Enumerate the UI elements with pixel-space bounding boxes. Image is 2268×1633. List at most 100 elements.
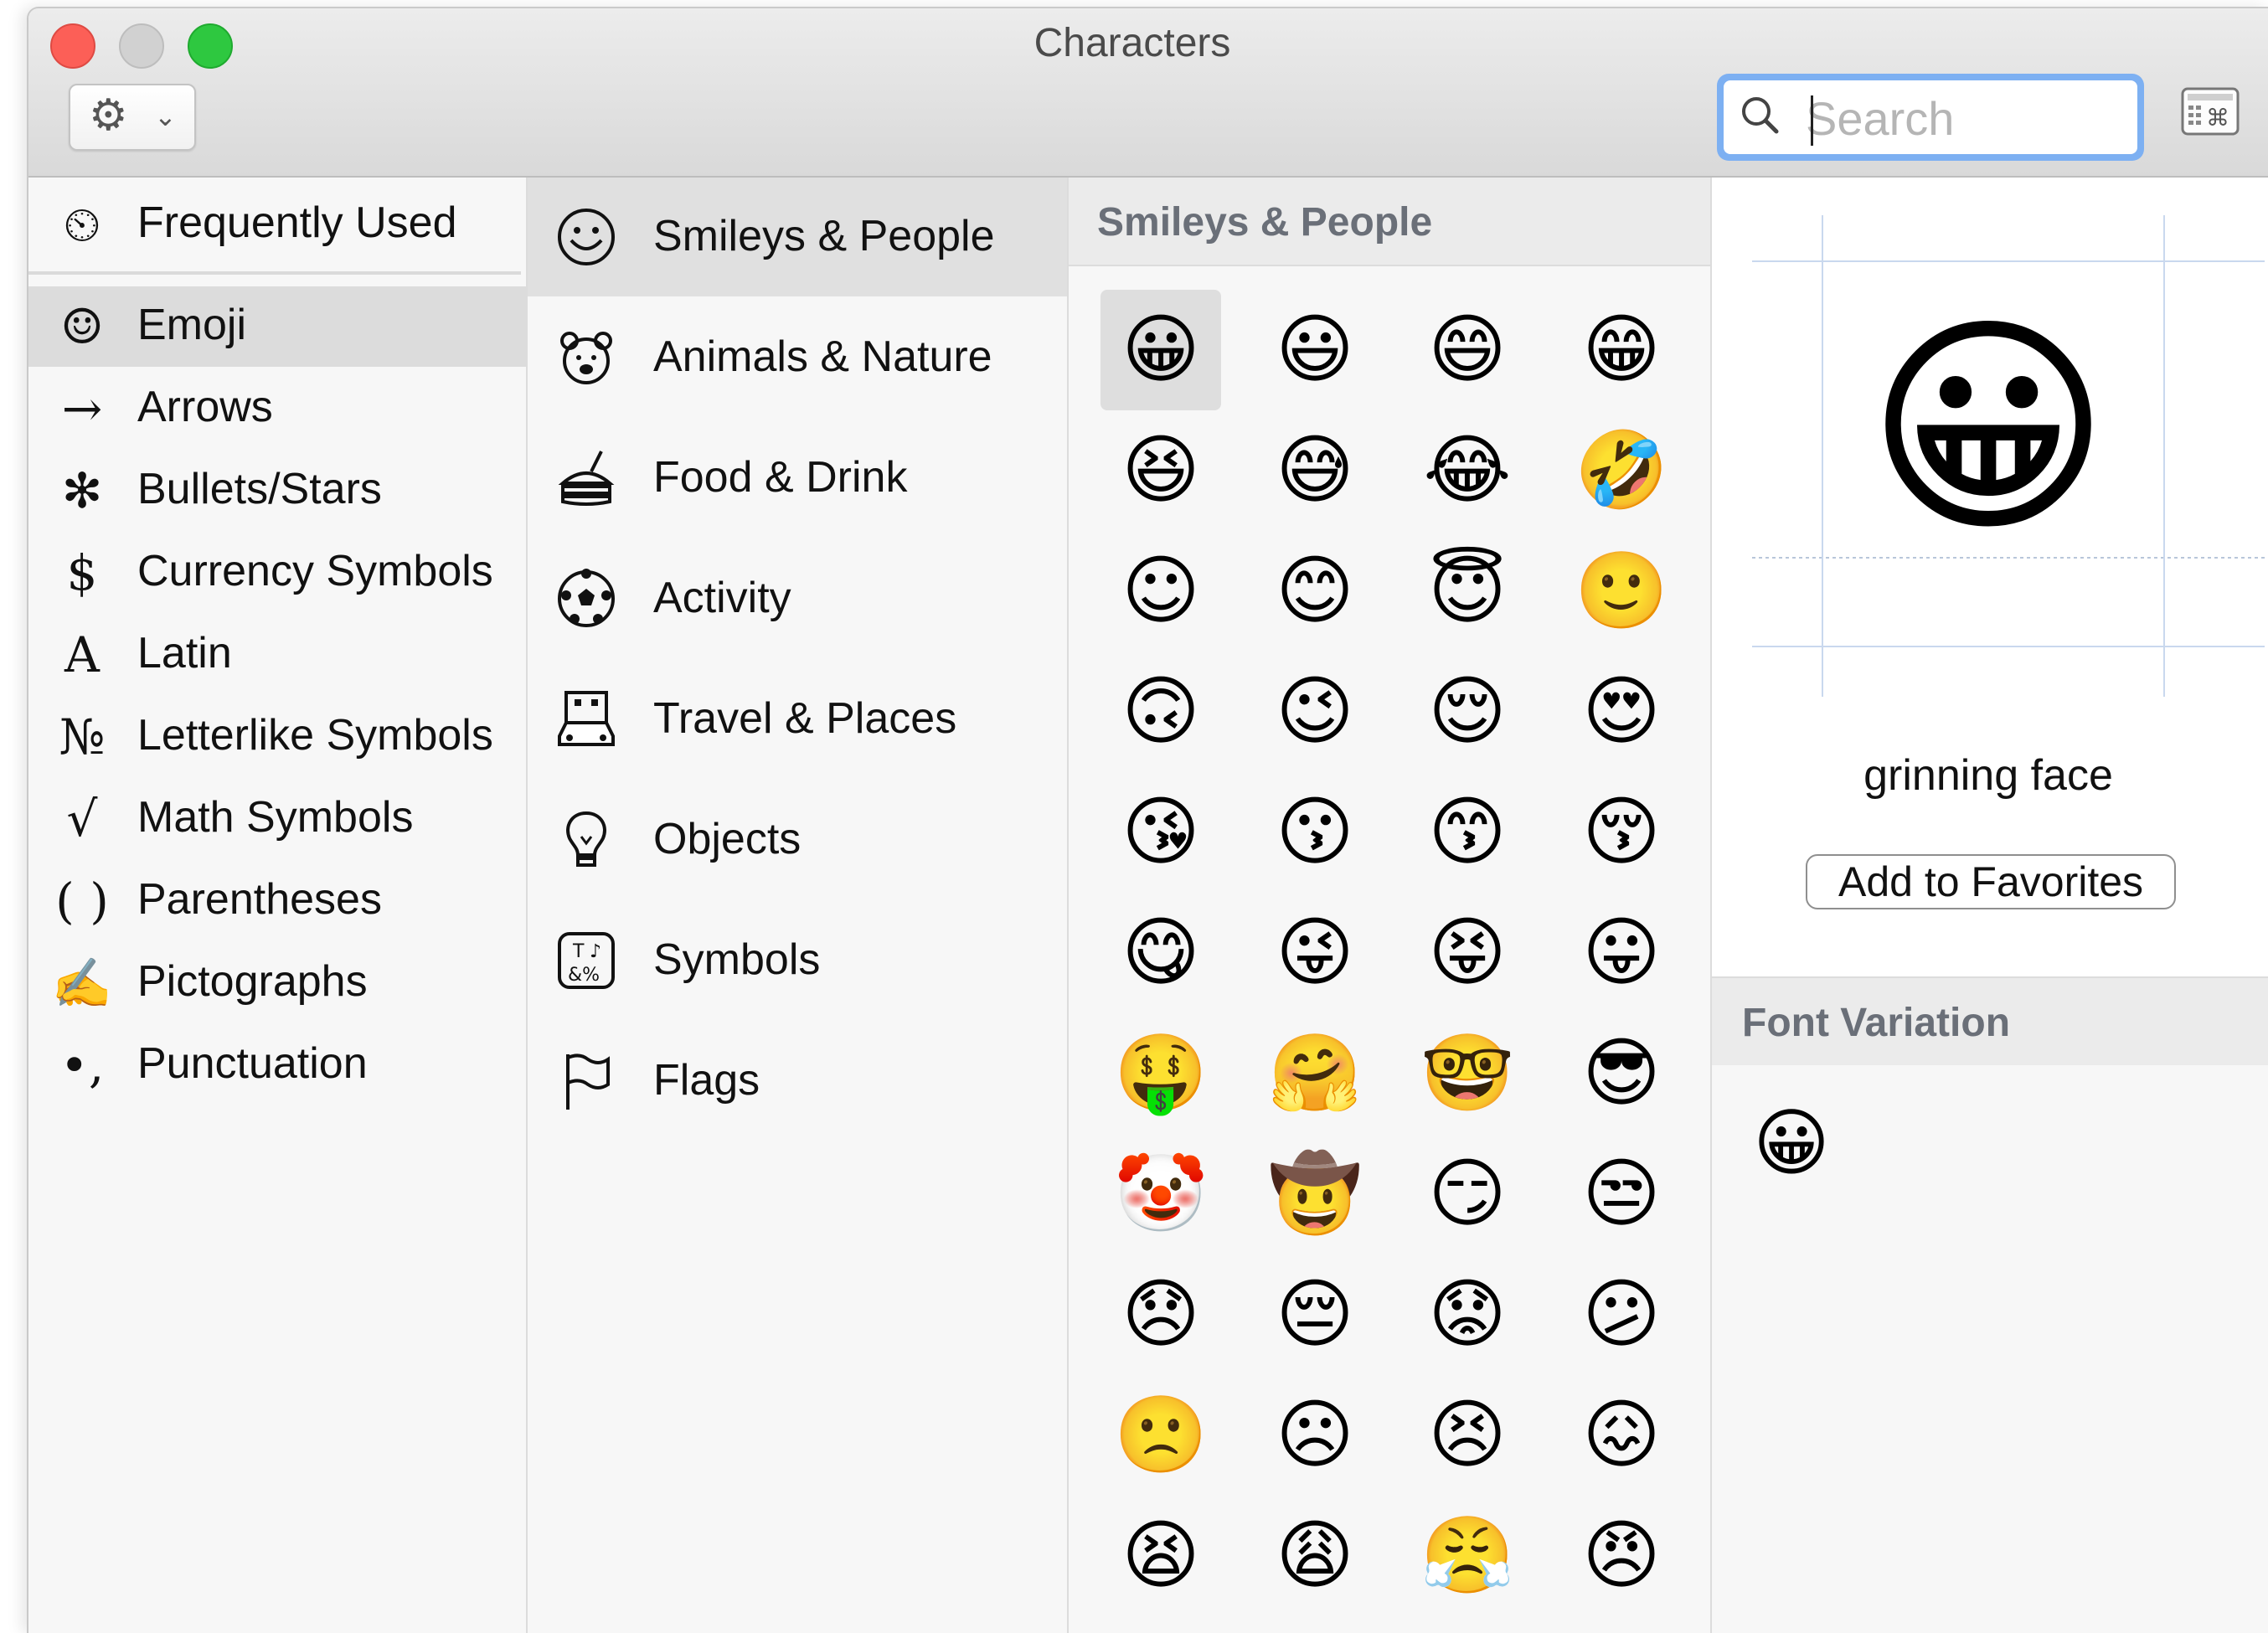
emoji-cell[interactable]: 😞 bbox=[1100, 1254, 1221, 1375]
emoji-cell[interactable]: 🤑 bbox=[1100, 1013, 1221, 1134]
font-variation-title: Font Variation bbox=[1742, 1001, 2011, 1045]
emoji-cell[interactable]: 😀 bbox=[1100, 290, 1221, 410]
font-variation-item[interactable]: 😀 bbox=[1745, 1097, 1838, 1189]
category-icon: ✍ bbox=[51, 955, 113, 1012]
emoji-cell[interactable]: 😊 bbox=[1255, 531, 1375, 652]
category-item[interactable]: $ Currency Symbols bbox=[28, 533, 526, 613]
subcategory-item[interactable]: Objects bbox=[528, 780, 1067, 899]
emoji-cell[interactable]: 😃 bbox=[1255, 290, 1375, 410]
subcategory-item[interactable]: Flags bbox=[528, 1022, 1067, 1141]
category-item[interactable]: •, Punctuation bbox=[28, 1025, 526, 1105]
svg-text:T: T bbox=[572, 941, 585, 962]
lightbulb-outline-icon bbox=[566, 811, 606, 867]
emoji-cell[interactable]: 😄 bbox=[1407, 290, 1528, 410]
category-icon: $ bbox=[66, 544, 98, 601]
emoji-cell[interactable]: 🤡 bbox=[1100, 1134, 1221, 1254]
subcategory-item[interactable]: Animals & Nature bbox=[528, 298, 1067, 417]
emoji-cell[interactable]: 😙 bbox=[1407, 772, 1528, 893]
svg-text:♪: ♪ bbox=[590, 941, 601, 962]
grid-section-header: Smileys & People bbox=[1069, 178, 1710, 266]
emoji-cell[interactable]: 😁 bbox=[1561, 290, 1682, 410]
svg-text:&%: &% bbox=[568, 965, 600, 986]
emoji-cell[interactable]: 😤 bbox=[1407, 1496, 1528, 1616]
emoji-cell[interactable]: 😜 bbox=[1255, 893, 1375, 1013]
emoji-cell[interactable]: 😍 bbox=[1561, 652, 1682, 772]
category-list: ⏲ Frequently Used ☺ Emoji → Arrows ✻ Bullets/St… bbox=[28, 178, 528, 1633]
category-icon: √ bbox=[66, 791, 98, 847]
emoji-cell[interactable]: 😏 bbox=[1407, 1134, 1528, 1254]
category-item[interactable]: № Letterlike Symbols bbox=[28, 697, 526, 777]
emoji-cell[interactable]: 😚 bbox=[1561, 772, 1682, 893]
emoji-cell[interactable]: 😘 bbox=[1100, 772, 1221, 893]
emoji-cell[interactable]: 😇 bbox=[1407, 531, 1528, 652]
search-field[interactable] bbox=[1724, 80, 2137, 154]
category-item[interactable]: ☺ Emoji bbox=[28, 286, 526, 367]
toolbar: Characters ⚙ ⌄ ⌘ bbox=[28, 8, 2268, 178]
category-item[interactable]: √ Math Symbols bbox=[28, 779, 526, 859]
category-item[interactable]: → Arrows bbox=[28, 368, 526, 449]
emoji-cell[interactable]: 😌 bbox=[1407, 652, 1528, 772]
subcategory-item[interactable]: Smileys & People bbox=[528, 178, 1067, 296]
emoji-cell[interactable]: 😟 bbox=[1407, 1254, 1528, 1375]
emoji-cell[interactable]: 😅 bbox=[1255, 410, 1375, 531]
search-input[interactable] bbox=[1804, 85, 2109, 151]
flag-outline-icon bbox=[566, 1053, 610, 1110]
emoji-cell[interactable]: 😩 bbox=[1255, 1496, 1375, 1616]
font-variation-list: 😀 bbox=[1712, 1065, 2268, 1633]
smiley-outline-icon bbox=[558, 209, 615, 265]
category-label: Letterlike Symbols bbox=[137, 711, 493, 760]
action-menu-button[interactable]: ⚙ ⌄ bbox=[69, 84, 196, 151]
emoji-cell[interactable]: 🤣 bbox=[1561, 410, 1682, 531]
emoji-cell[interactable]: 😠 bbox=[1561, 1496, 1682, 1616]
emoji-cell[interactable]: 😎 bbox=[1561, 1013, 1682, 1134]
subcategory-label: Objects bbox=[653, 815, 802, 863]
emoji-cell[interactable]: 😋 bbox=[1100, 893, 1221, 1013]
subcategory-label: Travel & Places bbox=[653, 694, 957, 743]
category-item[interactable]: ( ) Parentheses bbox=[28, 861, 526, 941]
emoji-cell[interactable]: 😖 bbox=[1561, 1375, 1682, 1496]
emoji-cell[interactable]: 🤓 bbox=[1407, 1013, 1528, 1134]
category-item[interactable]: ⏲ Frequently Used bbox=[28, 184, 526, 265]
emoji-cell[interactable]: 😝 bbox=[1407, 893, 1528, 1013]
emoji-cell[interactable]: 🤠 bbox=[1255, 1134, 1375, 1254]
subcategory-item[interactable]: T ♪ &% Symbols bbox=[528, 901, 1067, 1020]
subcategory-label: Flags bbox=[653, 1056, 760, 1105]
category-label: Arrows bbox=[137, 383, 273, 431]
category-label: Latin bbox=[137, 629, 232, 677]
category-item[interactable]: A Latin bbox=[28, 615, 526, 695]
emoji-cell[interactable]: 😫 bbox=[1100, 1496, 1221, 1616]
subcategory-item[interactable]: Food & Drink bbox=[528, 419, 1067, 538]
emoji-cell[interactable]: 😕 bbox=[1561, 1254, 1682, 1375]
category-label: Emoji bbox=[137, 301, 247, 349]
emoji-cell[interactable]: ☺ bbox=[1100, 531, 1221, 652]
emoji-cell[interactable]: 😂 bbox=[1407, 410, 1528, 531]
category-item[interactable]: ✻ Bullets/Stars bbox=[28, 451, 526, 531]
emoji-cell[interactable]: 😗 bbox=[1255, 772, 1375, 893]
emoji-cell[interactable]: 😔 bbox=[1255, 1254, 1375, 1375]
text-cursor bbox=[1811, 95, 1813, 146]
keyboard-viewer-icon[interactable]: ⌘ bbox=[2181, 84, 2240, 139]
category-item[interactable]: ✍ Pictographs bbox=[28, 943, 526, 1023]
subcategory-label: Animals & Nature bbox=[653, 332, 992, 381]
emoji-cell[interactable]: 🤗 bbox=[1255, 1013, 1375, 1134]
character-name: grinning face bbox=[1863, 751, 2113, 800]
category-label: Currency Symbols bbox=[137, 547, 493, 595]
emoji-cell[interactable]: 😛 bbox=[1561, 893, 1682, 1013]
subcategory-label: Smileys & People bbox=[653, 212, 995, 260]
subcategory-item[interactable]: Activity bbox=[528, 539, 1067, 658]
emoji-cell[interactable]: 😆 bbox=[1100, 410, 1221, 531]
emoji-cell[interactable]: ☹ bbox=[1255, 1375, 1375, 1496]
emoji-cell[interactable]: 🙂 bbox=[1561, 531, 1682, 652]
symbols-outline-icon: T ♪ &% bbox=[558, 932, 615, 989]
subcategory-list: Smileys & People Animals & Nature Food & D… bbox=[528, 178, 1069, 1633]
emoji-cell[interactable]: 😉 bbox=[1255, 652, 1375, 772]
emoji-cell[interactable]: 😣 bbox=[1407, 1375, 1528, 1496]
emoji-cell[interactable]: 🙁 bbox=[1100, 1375, 1221, 1496]
category-icon: ☺ bbox=[60, 298, 104, 355]
add-to-favorites-button[interactable]: Add to Favorites bbox=[1806, 854, 2176, 909]
emoji-cell[interactable]: 😒 bbox=[1561, 1134, 1682, 1254]
category-icon: •, bbox=[59, 1037, 105, 1094]
window-title: Characters bbox=[1033, 21, 1231, 65]
subcategory-item[interactable]: Travel & Places bbox=[528, 660, 1067, 779]
emoji-cell[interactable]: 🙃 bbox=[1100, 652, 1221, 772]
